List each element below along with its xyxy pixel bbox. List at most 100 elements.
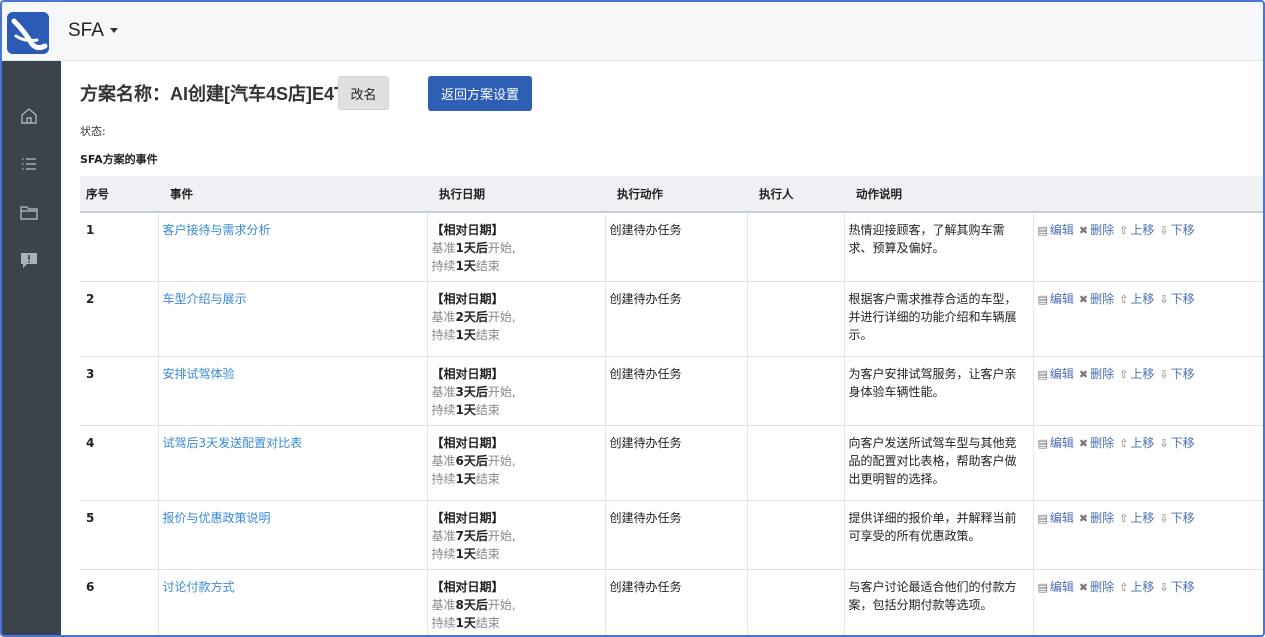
move-down-button[interactable]: ⇩ 下移	[1159, 292, 1194, 306]
event-link[interactable]: 安排试驾体验	[163, 367, 235, 381]
edit-button[interactable]: ▤ 编辑	[1038, 436, 1074, 450]
start-word: 开始,	[487, 453, 516, 468]
back-to-plan-settings-button[interactable]: 返回方案设置	[428, 76, 532, 111]
column-header-executor: 执行人	[747, 176, 844, 213]
arrow-up-icon: ⇧	[1119, 367, 1129, 381]
column-header-operations	[1033, 176, 1263, 213]
delete-label: 删除	[1090, 291, 1115, 306]
move-down-button[interactable]: ⇩ 下移	[1159, 436, 1194, 450]
plan-name-label: 方案名称：	[80, 84, 170, 104]
delete-button[interactable]: ✖ 删除	[1079, 580, 1114, 594]
end-word: 结束	[475, 259, 500, 273]
executor-cell	[747, 569, 845, 635]
operations-cell: ▤ 编辑 ✖ 删除 ⇧ 上移 ⇩ 下移	[1033, 281, 1263, 357]
delete-button[interactable]: ✖ 删除	[1079, 436, 1114, 450]
app-menu-dropdown[interactable]: SFA	[68, 20, 118, 42]
event-cell: 报价与优惠政策说明	[158, 500, 428, 570]
delete-label: 删除	[1090, 435, 1115, 450]
move-up-button[interactable]: ⇧ 上移	[1119, 292, 1154, 306]
duration-word: 持续	[431, 615, 456, 630]
app-logo[interactable]	[7, 12, 49, 54]
arrow-down-icon: ⇩	[1159, 580, 1169, 594]
edit-button[interactable]: ▤ 编辑	[1038, 223, 1074, 237]
date-type: 【相对日期】	[431, 579, 504, 594]
move-up-label: 上移	[1130, 291, 1155, 306]
move-down-button[interactable]: ⇩ 下移	[1159, 223, 1194, 237]
event-link[interactable]: 车型介绍与展示	[163, 292, 247, 306]
rename-button[interactable]: 改名	[338, 76, 389, 110]
arrow-down-icon: ⇩	[1159, 436, 1169, 450]
end-word: 结束	[475, 327, 500, 342]
move-up-button[interactable]: ⇧ 上移	[1119, 367, 1154, 381]
move-up-button[interactable]: ⇧ 上移	[1119, 511, 1154, 525]
edit-button[interactable]: ▤ 编辑	[1038, 580, 1074, 594]
section-title: SFA方案的事件	[80, 153, 158, 166]
base-word: 基准	[431, 597, 456, 612]
edit-icon: ▤	[1037, 511, 1048, 525]
folder-icon[interactable]	[18, 202, 40, 224]
move-up-button[interactable]: ⇧ 上移	[1119, 223, 1154, 237]
edit-button[interactable]: ▤ 编辑	[1038, 367, 1074, 381]
duration-word: 持续	[431, 327, 456, 342]
delete-button[interactable]: ✖ 删除	[1079, 367, 1114, 381]
move-down-button[interactable]: ⇩ 下移	[1159, 367, 1194, 381]
duration-days: 1	[455, 471, 464, 486]
delete-button[interactable]: ✖ 删除	[1079, 511, 1114, 525]
arrow-down-icon: ⇩	[1159, 511, 1169, 525]
operations-cell: ▤ 编辑 ✖ 删除 ⇧ 上移 ⇩ 下移	[1033, 356, 1263, 426]
base-days: 2	[455, 309, 464, 324]
move-up-button[interactable]: ⇧ 上移	[1119, 580, 1154, 594]
executor-cell	[747, 281, 845, 357]
duration-word: 持续	[431, 402, 456, 417]
arrow-up-icon: ⇧	[1119, 436, 1129, 450]
edit-icon: ▤	[1037, 436, 1048, 450]
edit-label: 编辑	[1049, 366, 1074, 381]
row-index: 6	[80, 569, 159, 635]
home-icon[interactable]	[18, 105, 40, 127]
row-index: 1	[80, 212, 159, 282]
base-days: 8	[455, 597, 464, 612]
edit-button[interactable]: ▤ 编辑	[1038, 292, 1074, 306]
duration-days: 1	[455, 327, 464, 342]
date-duration: 持续1天结束	[431, 327, 500, 342]
table-row: 6 讨论付款方式 【相对日期】 基准8天后开始, 持续1天结束 创建待办任务 与客户讨论最适…	[80, 569, 1263, 635]
delete-button[interactable]: ✖ 删除	[1079, 292, 1114, 306]
list-icon[interactable]	[18, 153, 40, 175]
delete-icon: ✖	[1078, 511, 1089, 525]
event-link[interactable]: 报价与优惠政策说明	[163, 511, 271, 525]
top-bar: SFA	[2, 2, 1263, 61]
description-cell: 提供详细的报价单，并解释当前可享受的所有优惠政策。	[844, 500, 1034, 570]
move-down-button[interactable]: ⇩ 下移	[1159, 511, 1194, 525]
event-cell: 试驾后3天发送配置对比表	[158, 425, 428, 501]
delete-button[interactable]: ✖ 删除	[1079, 223, 1114, 237]
edit-button[interactable]: ▤ 编辑	[1038, 511, 1074, 525]
event-link[interactable]: 讨论付款方式	[163, 580, 235, 594]
event-link[interactable]: 试驾后3天发送配置对比表	[163, 436, 303, 450]
move-down-label: 下移	[1170, 435, 1195, 450]
message-icon[interactable]	[18, 249, 40, 271]
arrow-up-icon: ⇧	[1119, 292, 1129, 306]
end-word: 结束	[475, 546, 500, 561]
move-down-button[interactable]: ⇩ 下移	[1159, 580, 1194, 594]
event-cell: 车型介绍与展示	[158, 281, 428, 357]
date-cell: 【相对日期】 基准6天后开始, 持续1天结束	[427, 425, 606, 501]
event-link[interactable]: 客户接待与需求分析	[163, 223, 271, 237]
start-word: 开始,	[487, 528, 516, 543]
move-up-button[interactable]: ⇧ 上移	[1119, 436, 1154, 450]
date-cell: 【相对日期】 基准3天后开始, 持续1天结束	[427, 356, 606, 426]
move-up-label: 上移	[1130, 579, 1155, 594]
row-index: 3	[80, 356, 159, 426]
app-window: SFA 方案名称： AI创建[汽车4S店]E4Tj 改名 返回方案设置 状态: …	[0, 0, 1265, 637]
delete-label: 删除	[1090, 223, 1115, 237]
operations-cell: ▤ 编辑 ✖ 删除 ⇧ 上移 ⇩ 下移	[1033, 425, 1263, 501]
date-type: 【相对日期】	[431, 366, 504, 381]
date-cell: 【相对日期】 基准8天后开始, 持续1天结束	[427, 569, 606, 635]
base-days: 3	[455, 384, 464, 399]
action-cell: 创建待办任务	[605, 425, 748, 501]
column-header-index: 序号	[80, 176, 158, 213]
event-cell: 讨论付款方式	[158, 569, 428, 635]
move-up-label: 上移	[1130, 435, 1155, 450]
app-title: SFA	[68, 20, 104, 41]
column-header-event: 事件	[158, 176, 427, 213]
days-after-word: 天后	[463, 384, 488, 399]
